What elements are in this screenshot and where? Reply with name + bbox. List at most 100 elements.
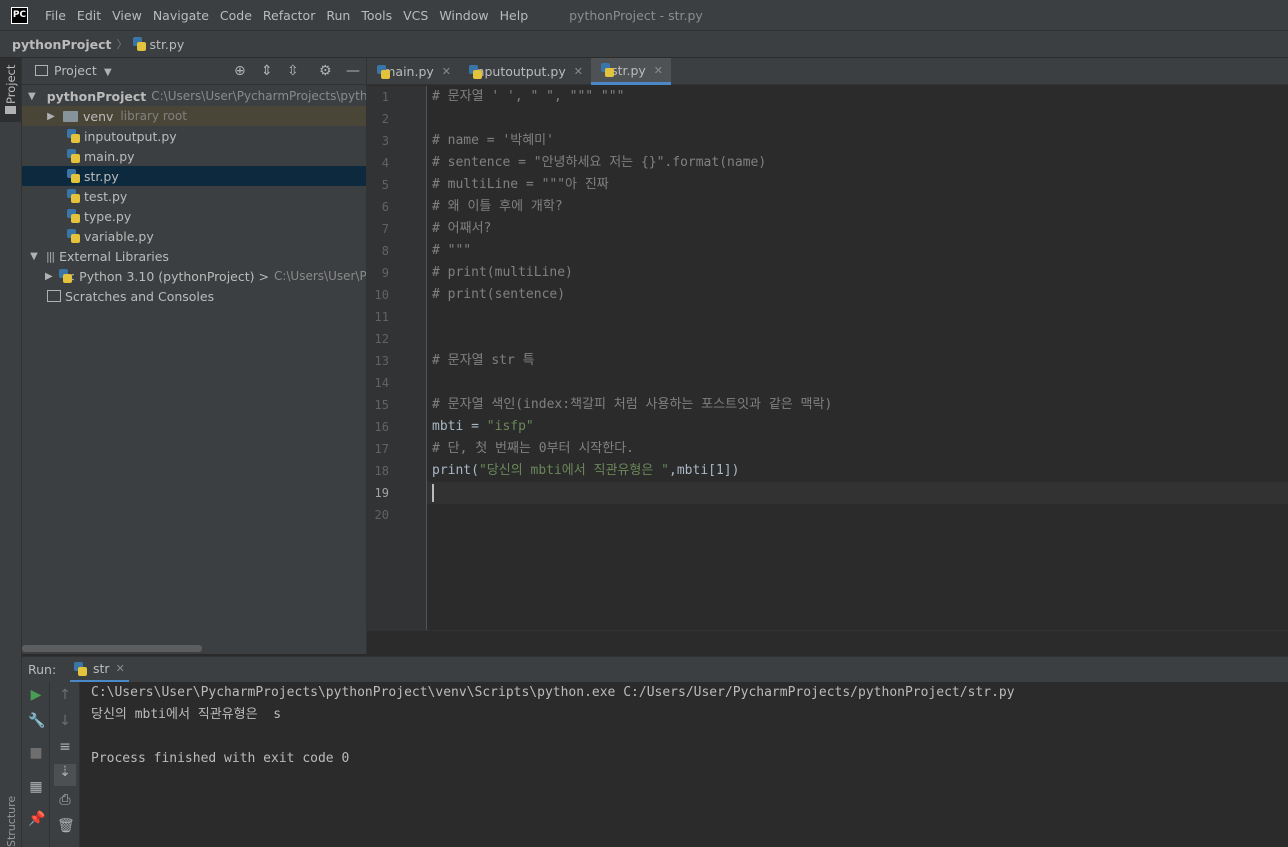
chevron-down-icon[interactable]: ▼ — [28, 91, 36, 102]
code-line: print("당신의 mbti에서 직관유형은 ",mbti[1]) — [432, 460, 739, 482]
line-number: 5 — [381, 178, 389, 192]
code-line: # name = '박혜미' — [432, 133, 554, 148]
menu-bar: PC File Edit View Navigate Code Refactor… — [0, 0, 1288, 30]
menu-navigate[interactable]: Navigate — [153, 8, 209, 23]
run-tab-str[interactable]: str ✕ — [70, 657, 129, 683]
tree-root-project[interactable]: ▼ pythonProject C:\Users\User\PycharmPro… — [22, 86, 366, 106]
python-file-icon — [67, 209, 80, 223]
layout-icon[interactable]: ▦ — [28, 779, 44, 795]
gear-icon[interactable]: ⚙ — [319, 63, 332, 79]
expand-all-icon[interactable]: ⇕ — [261, 63, 273, 79]
collapse-all-icon[interactable]: ⇳ — [287, 63, 299, 79]
print-icon[interactable]: ⎙ — [57, 792, 73, 808]
code-line: # 단, 첫 번째는 0부터 시작한다. — [432, 441, 635, 456]
python-file-icon — [67, 149, 80, 163]
line-number: 11 — [374, 310, 389, 324]
close-icon[interactable]: ✕ — [574, 65, 583, 78]
folder-icon — [5, 106, 16, 114]
tree-item-venv[interactable]: ▶ venv library root — [22, 106, 366, 126]
tree-item-label: test.py — [84, 188, 128, 204]
soft-wrap-icon[interactable]: ≡ — [57, 739, 73, 755]
menu-edit[interactable]: Edit — [77, 8, 101, 23]
line-number: 12 — [374, 332, 389, 346]
python-file-icon — [67, 129, 80, 143]
close-icon[interactable]: ✕ — [116, 662, 125, 675]
python-icon — [74, 661, 87, 676]
breadcrumb-project[interactable]: pythonProject — [12, 37, 112, 52]
tree-item-python-sdk[interactable]: ▶ < Python 3.10 (pythonProject) > C:\Use… — [22, 266, 367, 286]
project-view-icon — [35, 65, 48, 76]
tree-item-file[interactable]: test.py — [22, 186, 366, 206]
tree-item-file[interactable]: inputoutput.py — [22, 126, 366, 146]
code-line: # print(sentence) — [432, 287, 566, 302]
project-view-title[interactable]: Project — [54, 63, 97, 78]
arrow-up-icon[interactable]: ↑ — [57, 687, 73, 703]
code-editor[interactable]: 1 2 3 4 5 6 7 8 9 10 11 12 13 14 15 16 17 18 19 20 # 문자열 ' … — [367, 86, 1288, 630]
tree-item-file[interactable]: variable.py — [22, 226, 366, 246]
tab-str-py[interactable]: str.py ✕ — [591, 58, 671, 85]
code-line: # print(multiLine) — [432, 265, 573, 280]
tab-main-py[interactable]: main.py ✕ — [367, 58, 459, 85]
horizontal-scrollbar[interactable] — [22, 645, 202, 652]
line-number: 10 — [374, 288, 389, 302]
chevron-down-icon[interactable]: ▼ — [28, 251, 40, 262]
code-line: mbti = "isfp" — [432, 416, 534, 438]
line-number: 19 — [374, 486, 389, 500]
menu-view[interactable]: View — [112, 8, 142, 23]
menu-refactor[interactable]: Refactor — [263, 8, 315, 23]
project-tool-button[interactable]: Project — [0, 58, 21, 122]
close-icon[interactable]: ✕ — [442, 65, 451, 78]
run-label: Run: — [28, 662, 57, 677]
python-file-icon — [601, 63, 615, 77]
window-title: pythonProject - str.py — [569, 7, 703, 23]
pin-icon[interactable]: 📌 — [28, 811, 45, 827]
menu-tools[interactable]: Tools — [361, 8, 392, 23]
line-number: 6 — [381, 200, 389, 214]
pycharm-logo-icon: PC — [11, 6, 28, 24]
tree-item-label: < Python 3.10 (pythonProject) > — [64, 268, 269, 284]
chevron-right-icon[interactable]: ▶ — [45, 111, 57, 122]
code-line: # 문자열 색인(index:책갈피 처럼 사용하는 포스트잇과 같은 맥락) — [432, 397, 833, 412]
structure-tool-label[interactable]: Structure — [5, 796, 18, 847]
menu-window[interactable]: Window — [439, 8, 488, 23]
editor-tab-bar: main.py ✕ inputoutput.py ✕ str.py ✕ — [367, 58, 1288, 85]
tree-item-file-selected[interactable]: str.py — [22, 166, 366, 186]
chevron-right-icon[interactable]: ▶ — [45, 271, 53, 282]
close-icon[interactable]: ✕ — [654, 64, 663, 77]
line-number: 4 — [381, 156, 389, 170]
chevron-down-icon[interactable]: ▼ — [104, 65, 112, 81]
scratches-icon — [47, 290, 61, 302]
line-number: 3 — [381, 134, 389, 148]
rerun-icon[interactable]: ▶ — [28, 687, 44, 703]
tree-item-external-libraries[interactable]: ▼ ||| External Libraries — [22, 246, 366, 266]
tree-item-label: type.py — [84, 208, 132, 224]
locate-file-icon[interactable]: ⊕ — [234, 63, 246, 79]
menu-code[interactable]: Code — [220, 8, 252, 23]
menu-file[interactable]: File — [45, 8, 66, 23]
code-line: # 문자열 ' ', " ", """ """ — [432, 89, 625, 104]
code-line: # 어째서? — [432, 221, 492, 236]
scroll-to-end-icon[interactable]: ⇣ — [54, 764, 76, 786]
code-variable: mbti = — [432, 419, 487, 434]
menu-vcs[interactable]: VCS — [403, 8, 428, 23]
code-line: # """ — [432, 243, 472, 258]
tree-item-label: venv — [83, 108, 114, 124]
tree-item-file[interactable]: type.py — [22, 206, 366, 226]
menu-help[interactable]: Help — [500, 8, 529, 23]
menu-run[interactable]: Run — [326, 8, 350, 23]
tree-item-label: main.py — [84, 148, 135, 164]
code-function: print( — [432, 463, 479, 478]
tree-item-scratches[interactable]: Scratches and Consoles — [22, 286, 366, 306]
sdk-path: C:\Users\User\Py — [273, 269, 367, 283]
minimize-icon[interactable]: — — [346, 63, 360, 79]
breadcrumb-file[interactable]: str.py — [150, 37, 185, 52]
trash-icon[interactable]: 🗑 — [57, 818, 75, 834]
arrow-down-icon[interactable]: ↓ — [57, 713, 73, 729]
run-toolbar-secondary: ↑ ↓ ≡ ⇣ ⎙ 🗑 — [50, 682, 80, 847]
stop-icon[interactable]: ■ — [28, 745, 44, 761]
tab-inputoutput-py[interactable]: inputoutput.py ✕ — [459, 58, 591, 85]
line-number: 20 — [374, 508, 389, 522]
wrench-icon[interactable]: 🔧 — [28, 713, 45, 729]
tree-item-file[interactable]: main.py — [22, 146, 366, 166]
folder-icon — [63, 110, 78, 122]
